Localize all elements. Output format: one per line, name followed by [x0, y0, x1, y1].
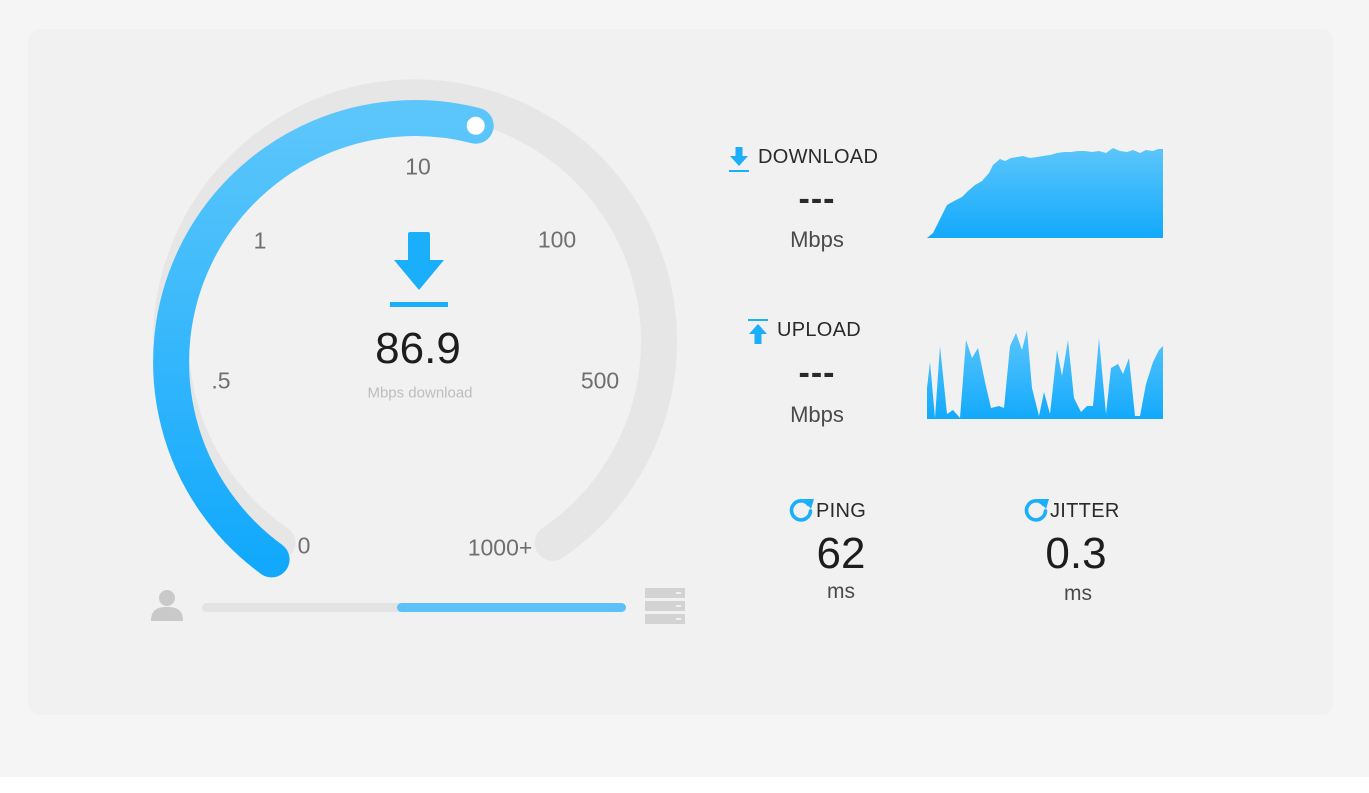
user-icon: [151, 590, 183, 621]
gauge-speed-value: 86.9: [375, 324, 461, 373]
ping-value: 62: [816, 529, 866, 578]
jitter-value: 0.3: [1045, 529, 1107, 578]
gauge-tick-100: 100: [537, 226, 577, 253]
server-icon: [645, 588, 685, 624]
page-bottom-strip: [0, 777, 1369, 793]
download-speed-graph: [927, 148, 1163, 238]
ping-label: PING: [816, 500, 867, 522]
upload-unit: Mbps: [790, 402, 844, 427]
download-small-icon: [729, 147, 749, 172]
gauge-tick-0: 0: [297, 532, 311, 559]
gauge-tick-500: 500: [580, 367, 620, 394]
jitter-unit: ms: [1064, 582, 1092, 605]
connection-progress-track: [202, 603, 626, 612]
upload-speed-graph: [927, 330, 1163, 419]
upload-value: ---: [798, 354, 836, 392]
download-unit: Mbps: [790, 227, 844, 252]
download-label: DOWNLOAD: [758, 146, 879, 168]
upload-small-icon: [748, 319, 768, 344]
gauge-tick-1000: 1000+: [467, 534, 533, 561]
gauge-needle-knob: [462, 112, 489, 139]
gauge-tick-05: .5: [211, 367, 231, 394]
jitter-refresh-icon: [1024, 499, 1049, 522]
jitter-label: JITTER: [1050, 500, 1120, 522]
speed-gauge: [153, 79, 677, 578]
download-value: ---: [798, 180, 836, 218]
ping-refresh-icon: [789, 499, 814, 522]
ping-unit: ms: [827, 580, 855, 603]
download-arrow-icon: [390, 232, 448, 307]
gauge-tick-10: 10: [405, 153, 431, 180]
upload-label: UPLOAD: [777, 319, 862, 341]
gauge-tick-1: 1: [253, 227, 267, 254]
gauge-speed-unit: Mbps download: [367, 384, 473, 402]
connection-progress-fill: [397, 603, 626, 612]
